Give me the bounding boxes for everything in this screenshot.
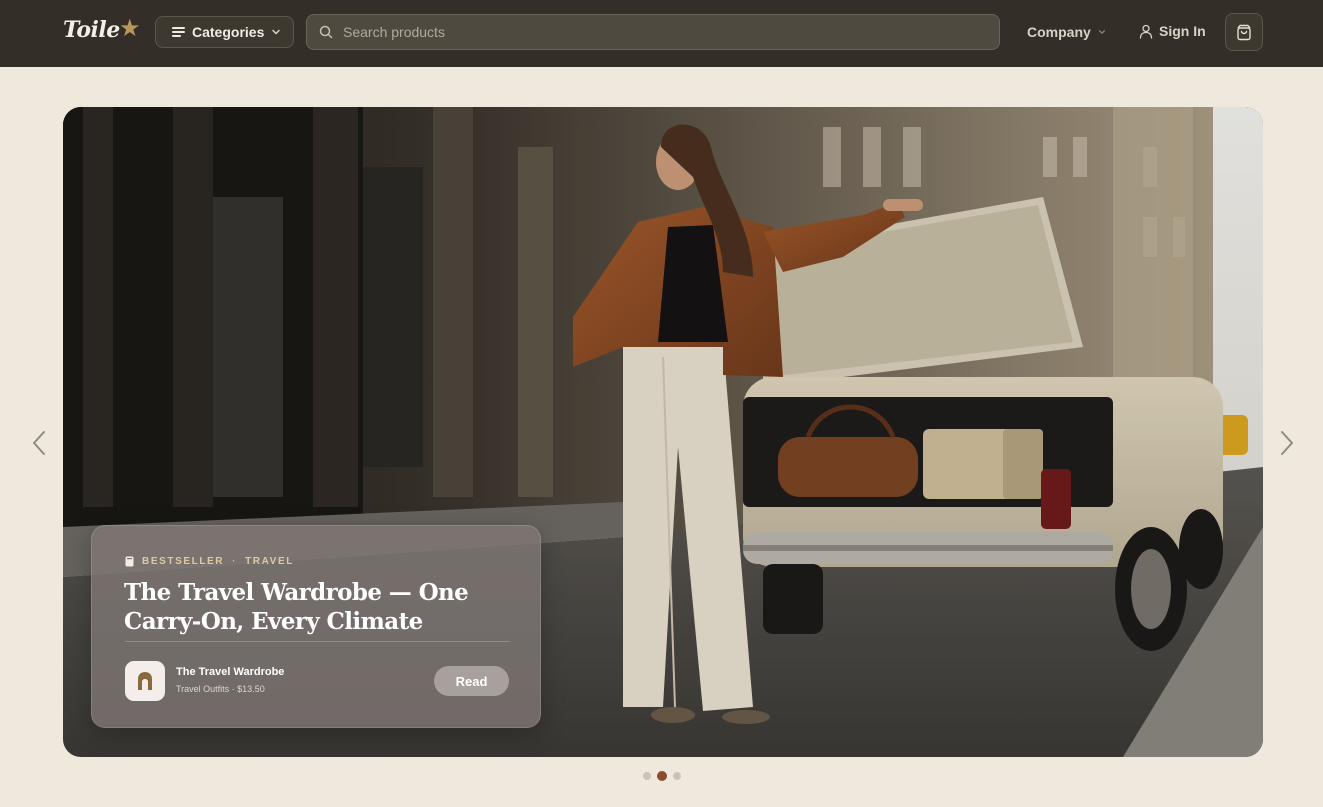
company-menu[interactable]: Company bbox=[1027, 24, 1106, 40]
pagination-dot-active[interactable] bbox=[657, 771, 667, 781]
user-icon bbox=[1139, 24, 1153, 39]
card-eyebrow: BESTSELLER · TRAVEL bbox=[125, 556, 294, 567]
carousel-pagination bbox=[643, 771, 681, 781]
chevron-down-icon bbox=[272, 29, 281, 35]
brand-logo[interactable]: Toile bbox=[63, 17, 120, 43]
cart-button[interactable] bbox=[1225, 13, 1263, 51]
eyebrow-separator: · bbox=[232, 556, 238, 567]
chevron-left-icon bbox=[33, 431, 45, 455]
chevron-down-icon bbox=[1098, 30, 1105, 34]
sign-in-link[interactable]: Sign In bbox=[1139, 23, 1206, 39]
categories-button[interactable]: Categories bbox=[155, 16, 294, 48]
article-title[interactable]: The Travel Wardrobe — One Carry-On, Ever… bbox=[124, 578, 524, 636]
previous-slide-button[interactable] bbox=[28, 428, 50, 458]
company-label: Company bbox=[1027, 24, 1091, 40]
product-name[interactable]: The Travel Wardrobe bbox=[176, 666, 284, 678]
product-meta: Travel Outfits · $13.50 bbox=[176, 684, 265, 694]
pagination-dot[interactable] bbox=[643, 772, 651, 780]
arch-icon bbox=[138, 672, 152, 690]
card-divider bbox=[125, 641, 510, 642]
chevron-right-icon bbox=[1281, 431, 1293, 455]
eyebrow-tag: BESTSELLER bbox=[142, 556, 225, 567]
star-icon: ★ bbox=[119, 15, 141, 42]
search-bar bbox=[306, 14, 1000, 50]
menu-icon bbox=[172, 27, 185, 37]
sign-in-label: Sign In bbox=[1159, 23, 1206, 39]
search-input[interactable] bbox=[343, 24, 999, 40]
read-button[interactable]: Read bbox=[434, 666, 509, 696]
next-slide-button[interactable] bbox=[1276, 428, 1298, 458]
featured-article-card: BESTSELLER · TRAVEL The Travel Wardrobe … bbox=[91, 525, 541, 728]
book-icon bbox=[125, 556, 134, 567]
shopping-bag-icon bbox=[1237, 24, 1251, 40]
top-navigation-bar: Toile ★ Categories Company Sign In bbox=[0, 0, 1323, 67]
search-icon bbox=[319, 25, 333, 39]
pagination-dot[interactable] bbox=[673, 772, 681, 780]
categories-label: Categories bbox=[192, 24, 265, 40]
eyebrow-category: TRAVEL bbox=[245, 556, 294, 567]
product-thumbnail[interactable] bbox=[125, 661, 165, 701]
